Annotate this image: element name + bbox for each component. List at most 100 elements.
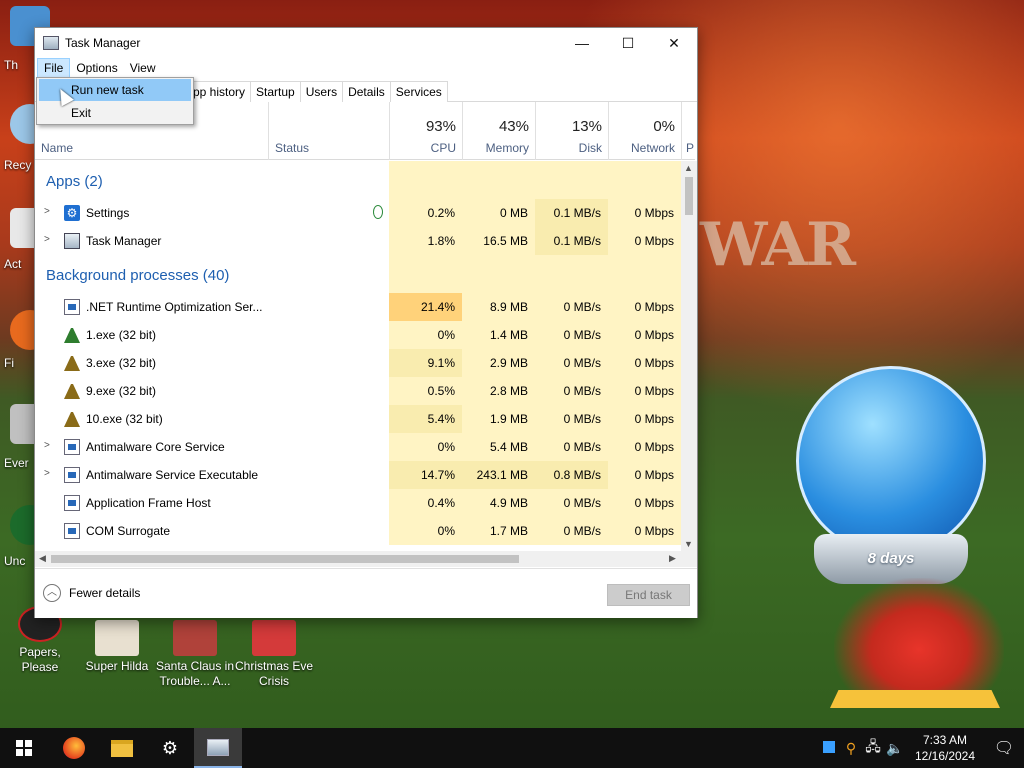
desktop-icon-super-hilda[interactable]: Super Hilda [77, 620, 157, 674]
snow-globe [796, 366, 986, 556]
cell-disk: 0 MB/s [535, 377, 608, 405]
table-row[interactable]: 10.exe (32 bit) 5.4% 1.9 MB 0 MB/s 0 Mbp… [35, 405, 681, 433]
folder-icon [111, 739, 133, 757]
horizontal-scrollbar[interactable]: ◀ ▶ [35, 551, 697, 567]
table-row[interactable]: > ⚙ Settings 0.2% 0 MB 0.1 MB/s 0 Mbps [35, 199, 681, 227]
menu-view[interactable]: View [124, 59, 162, 77]
start-button[interactable] [0, 728, 48, 768]
scroll-down-icon[interactable]: ▼ [684, 539, 693, 549]
table-row[interactable]: Application Frame Host 0.4% 4.9 MB 0 MB/… [35, 489, 681, 517]
christmas-tree-icon [64, 411, 80, 427]
task-manager-icon [207, 738, 229, 756]
process-name: .NET Runtime Optimization Ser... [86, 300, 263, 314]
minimize-button[interactable]: — [559, 28, 605, 58]
santa-claus-icon [173, 620, 217, 656]
cell-disk [535, 161, 608, 199]
tab-users[interactable]: Users [299, 81, 344, 102]
vertical-scroll-thumb[interactable] [685, 177, 693, 215]
group-background[interactable]: Background processes (40) [35, 255, 681, 293]
taskbar-file-explorer[interactable] [98, 728, 146, 768]
group-apps[interactable]: Apps (2) [35, 161, 681, 199]
close-button[interactable]: ✕ [651, 28, 697, 58]
service-window-icon [64, 495, 80, 511]
taskbar-settings[interactable]: ⚙ [146, 728, 194, 768]
column-cpu[interactable]: 93% CPU [389, 102, 462, 160]
cell-disk [535, 255, 608, 293]
fewer-details-button[interactable]: ︿ Fewer details [43, 584, 140, 602]
system-clock[interactable]: 7:33 AM 12/16/2024 [906, 732, 984, 764]
title-bar[interactable]: Task Manager — ☐ ✕ [35, 28, 697, 58]
cell-mem [462, 161, 535, 199]
tray-app-icon[interactable] [818, 740, 840, 756]
table-row[interactable]: .NET Runtime Optimization Ser... 21.4% 8… [35, 293, 681, 321]
expand-chevron-icon[interactable]: > [44, 234, 50, 245]
cell-disk: 0 MB/s [535, 433, 608, 461]
tree-base [830, 690, 1000, 708]
cell-cpu: 5.4% [389, 405, 462, 433]
cell-mem: 1.4 MB [462, 321, 535, 349]
search-icon[interactable]: ⚲ [840, 740, 862, 757]
table-row[interactable]: COM Surrogate 0% 1.7 MB 0 MB/s 0 Mbps [35, 517, 681, 545]
menu-bar: File Options View [35, 58, 697, 78]
volume-icon[interactable]: 🔈 [884, 740, 906, 757]
expand-chevron-icon[interactable]: > [44, 206, 50, 217]
desktop-label-6: Unc [4, 554, 26, 568]
column-memory[interactable]: 43% Memory [462, 102, 535, 160]
process-name: Antimalware Core Service [86, 440, 225, 454]
cell-net: 0 Mbps [608, 199, 681, 227]
expand-chevron-icon[interactable]: > [44, 468, 50, 479]
tab-startup[interactable]: Startup [250, 81, 301, 102]
maximize-button[interactable]: ☐ [605, 28, 651, 58]
cell-disk: 0.8 MB/s [535, 461, 608, 489]
menu-options[interactable]: Options [70, 59, 123, 77]
super-hilda-icon [95, 620, 139, 656]
tab-details[interactable]: Details [342, 81, 391, 102]
taskbar-firefox[interactable] [50, 728, 98, 768]
column-power[interactable]: P [681, 102, 697, 160]
cell-net: 0 Mbps [608, 227, 681, 255]
task-manager-icon [43, 36, 59, 50]
desktop-icon-santa-claus[interactable]: Santa Claus in Trouble... A... [155, 620, 235, 689]
desktop-icon-christmas-eve-crisis[interactable]: Christmas Eve Crisis [234, 620, 314, 689]
column-disk[interactable]: 13% Disk [535, 102, 608, 160]
chevron-up-icon: ︿ [43, 584, 61, 602]
cell-cpu: 9.1% [389, 349, 462, 377]
cell-net [608, 161, 681, 199]
cell-cpu: 0.5% [389, 377, 462, 405]
taskbar-task-manager[interactable] [194, 728, 242, 768]
tab-app-history[interactable]: pp history [187, 81, 252, 102]
cell-disk: 0.1 MB/s [535, 199, 608, 227]
cell-disk: 0 MB/s [535, 405, 608, 433]
cell-mem [462, 255, 535, 293]
cell-mem: 1.7 MB [462, 517, 535, 545]
table-row[interactable]: 1.exe (32 bit) 0% 1.4 MB 0 MB/s 0 Mbps [35, 321, 681, 349]
table-row[interactable]: 9.exe (32 bit) 0.5% 2.8 MB 0 MB/s 0 Mbps [35, 377, 681, 405]
desktop-label-4: Fi [4, 356, 14, 370]
process-name: 1.exe (32 bit) [86, 328, 157, 342]
snow-globe-countdown[interactable]: 8 days [792, 366, 992, 596]
process-name: 3.exe (32 bit) [86, 356, 157, 370]
cell-net: 0 Mbps [608, 461, 681, 489]
expand-chevron-icon[interactable]: > [44, 440, 50, 451]
network-icon[interactable]: 🖧 [862, 736, 884, 760]
wallpaper-art: WAR [700, 210, 856, 280]
scroll-right-icon[interactable]: ▶ [669, 553, 676, 564]
notification-center-icon[interactable]: 🗨 [984, 738, 1024, 758]
column-network[interactable]: 0% Network [608, 102, 681, 160]
table-row[interactable]: > Antimalware Service Executable 14.7% 2… [35, 461, 681, 489]
menu-file[interactable]: File [37, 58, 71, 78]
table-row[interactable]: > Antimalware Core Service 0% 5.4 MB 0 M… [35, 433, 681, 461]
settings-gear-icon: ⚙ [64, 205, 80, 221]
table-row[interactable]: 3.exe (32 bit) 9.1% 2.9 MB 0 MB/s 0 Mbps [35, 349, 681, 377]
christmas-tree-icon [64, 327, 80, 343]
vertical-scrollbar[interactable]: ▲ ▼ [681, 161, 697, 551]
column-cpu-label: CPU [430, 141, 456, 155]
column-status[interactable]: Status [268, 102, 389, 160]
scroll-up-icon[interactable]: ▲ [684, 163, 693, 173]
scroll-left-icon[interactable]: ◀ [39, 553, 46, 564]
horizontal-scroll-thumb[interactable] [51, 555, 519, 563]
tab-services[interactable]: Services [389, 81, 448, 102]
end-task-button[interactable]: End task [607, 584, 690, 606]
cell-net [608, 255, 681, 293]
table-row[interactable]: > Task Manager 1.8% 16.5 MB 0.1 MB/s 0 M… [35, 227, 681, 255]
